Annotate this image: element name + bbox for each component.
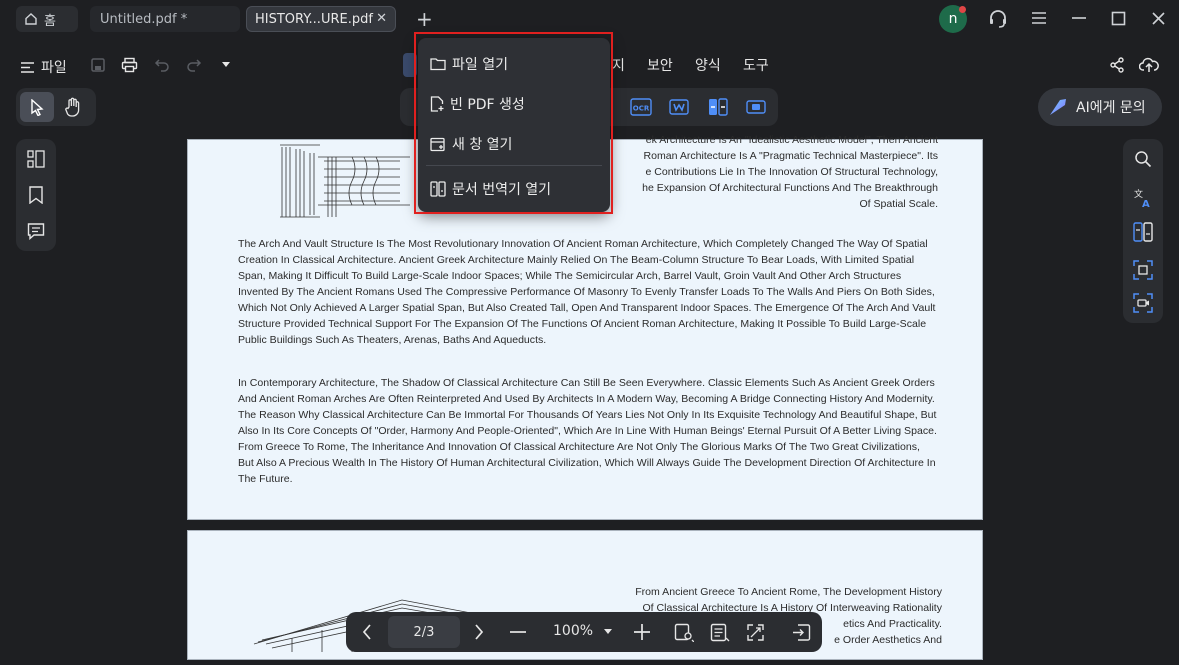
intro-line: Roman Architecture Is A "Pragmatic Techn… [643,150,938,162]
maximize-icon[interactable] [1111,11,1126,26]
zoom-out-icon[interactable] [510,631,526,633]
translate-icon[interactable]: 文A [1133,188,1153,208]
screen-capture-video-icon[interactable] [1133,293,1153,313]
hamburger-menu-icon[interactable] [1031,11,1047,25]
paragraph-arch-vault: The Arch And Vault Structure Is The Most… [238,238,936,346]
redo-icon[interactable] [186,58,202,72]
notification-dot [959,6,966,13]
tab-untitled[interactable]: Untitled.pdf * [90,6,240,32]
menu-item-forms[interactable]: 양식 [695,55,721,75]
reading-mode-icon[interactable] [674,623,694,642]
avatar-letter: n [948,11,958,27]
previous-page-icon[interactable] [362,624,372,640]
hand-tool-icon[interactable] [64,97,82,117]
menu-item-page[interactable]: 지 [612,55,625,75]
search-icon[interactable] [1134,150,1152,168]
intro-line: Of Spatial Scale. [859,198,938,210]
tab-untitled-label: Untitled.pdf * [100,11,188,27]
tab-history-label: HISTORY...URE.pdf [255,11,373,27]
page-layout-icon[interactable] [710,623,730,642]
svg-text:OCR: OCR [633,105,650,113]
ask-ai-label: AI에게 문의 [1076,100,1146,116]
next-page-icon[interactable] [474,624,484,640]
ask-ai-button[interactable]: AI에게 문의 [1038,88,1162,126]
collapse-bar-icon[interactable] [792,623,811,642]
close-tab-icon[interactable]: ✕ [376,11,387,26]
home-icon [24,12,38,26]
right-panel: 文A [1123,139,1163,323]
mode-toolbar [16,88,96,126]
file-menu-label: 파일 [41,60,67,76]
menu-item-security[interactable]: 보안 [647,55,673,75]
page-number-input[interactable]: 2/3 [388,616,460,648]
intro-line: ek Architecture Is An "Idealistic Aesthe… [645,134,938,146]
compare-icon[interactable] [708,98,728,116]
avatar[interactable]: n [939,5,967,33]
left-panel [16,139,56,251]
convert-word-icon[interactable] [669,98,689,116]
headset-icon[interactable] [987,8,1009,30]
cloud-upload-icon[interactable] [1139,56,1159,73]
save-icon[interactable] [90,57,106,73]
file-menu[interactable]: 파일 [20,57,67,77]
fit-page-icon[interactable] [746,623,765,642]
tab-home-label: 홈 [44,13,56,29]
menu-item-tools[interactable]: 도구 [743,55,769,75]
select-tool[interactable] [20,92,54,122]
tab-history-pdf[interactable]: HISTORY...URE.pdf ✕ [246,6,396,32]
new-tab-button[interactable]: + [416,7,433,31]
undo-icon[interactable] [154,58,170,72]
svg-text:A: A [1142,199,1150,208]
print-icon[interactable] [121,57,138,73]
zoom-dropdown-icon[interactable] [604,629,612,635]
highlight-outline [414,32,613,214]
comment-icon[interactable] [27,222,45,240]
ocr-icon[interactable]: OCR [630,98,652,116]
screenshot-icon[interactable] [1133,260,1153,280]
tab-home[interactable]: 홈 [16,6,78,32]
menu-lines-icon [20,61,35,74]
minimize-icon[interactable] [1071,11,1087,25]
bookmark-icon[interactable] [28,186,44,204]
share-icon[interactable] [1109,57,1125,73]
ai-sparkle-icon [1048,97,1068,117]
column-illustration [280,139,420,219]
document-translate-icon[interactable] [1133,222,1153,242]
page-navigation-bar: 2/3 100% [346,612,822,652]
intro-line: he Expansion Of Architectural Functions … [642,182,938,194]
page2-line: From Ancient Greece To Ancient Rome, The… [635,586,942,598]
thumbnails-icon[interactable] [27,150,45,168]
screen-record-icon[interactable] [746,98,766,116]
cursor-icon [31,99,44,116]
zoom-level[interactable]: 100% [553,623,593,639]
intro-line: e Contributions Lie In The Innovation Of… [645,166,938,178]
close-window-icon[interactable] [1151,11,1166,26]
paragraph-contemporary: In Contemporary Architecture, The Shadow… [238,377,937,485]
intro-text-block: ek Architecture Is An "Idealistic Aesthe… [600,132,938,212]
quick-access-dropdown-icon[interactable] [221,61,231,69]
zoom-in-icon[interactable] [634,624,650,640]
